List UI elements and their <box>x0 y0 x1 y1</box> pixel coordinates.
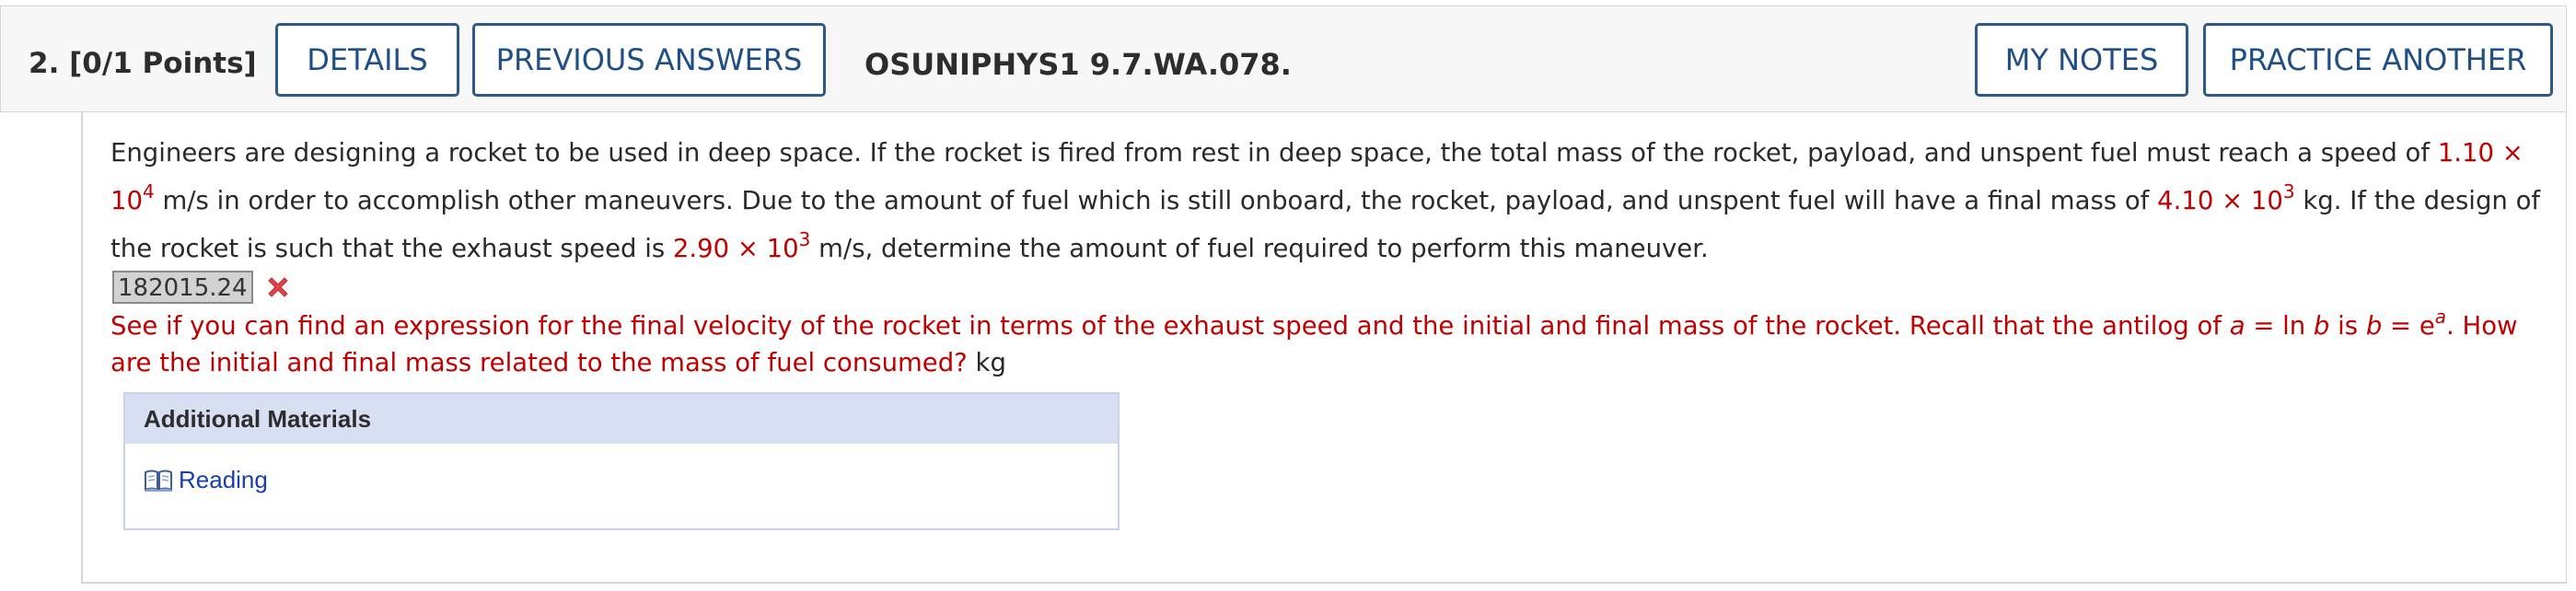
problem-text-4: m/s, determine the amount of fuel requir… <box>810 234 1709 263</box>
question-code: OSUNIPHYS1 9.7.WA.078. <box>864 47 1292 82</box>
given-final-mass-exponent: 3 <box>2282 180 2295 203</box>
book-icon <box>145 469 172 492</box>
given-exhaust-speed-mantissa: 2.90 × 10 <box>672 234 799 263</box>
additional-materials-title: Additional Materials <box>125 394 1118 444</box>
practice-another-button[interactable]: PRACTICE ANOTHER <box>2203 23 2553 97</box>
my-notes-button[interactable]: MY NOTES <box>1975 23 2188 97</box>
previous-answers-button[interactable]: PREVIOUS ANSWERS <box>472 23 826 97</box>
hint-exponent-a: a <box>2435 306 2446 328</box>
additional-materials-panel: Additional Materials Reading <box>123 392 1120 530</box>
reading-link[interactable]: Reading <box>144 466 268 494</box>
hint-var-b-2: b <box>2365 311 2383 341</box>
details-button[interactable]: DETAILS <box>275 23 459 97</box>
reading-label: Reading <box>179 466 268 493</box>
hint-var-a: a <box>2229 311 2245 341</box>
incorrect-x-icon <box>267 277 288 297</box>
problem-text-1: Engineers are designing a rocket to be u… <box>110 138 2438 168</box>
hint-text-4: = e <box>2382 311 2435 341</box>
question-card: Engineers are designing a rocket to be u… <box>81 112 2567 584</box>
hint-exponent-a-text: a <box>2434 305 2447 328</box>
question-header: 2. [0/1 Points] DETAILS PREVIOUS ANSWERS… <box>0 6 2567 112</box>
hint-text-1: See if you can find an expression for th… <box>110 311 2230 341</box>
answer-row: 182015.24 <box>112 269 292 306</box>
given-final-mass: 4.10 × 103 <box>2157 182 2294 215</box>
given-speed-exponent: 4 <box>143 180 155 203</box>
given-final-mass-mantissa: 4.10 × 10 <box>2157 186 2283 215</box>
hint-text-2: = ln <box>2245 311 2314 341</box>
hint-var-b: b <box>2313 311 2330 341</box>
given-exhaust-speed: 2.90 × 103 <box>672 230 810 263</box>
answer-input[interactable]: 182015.24 <box>112 271 253 304</box>
page: 2. [0/1 Points] DETAILS PREVIOUS ANSWERS… <box>0 0 2576 591</box>
given-exhaust-speed-exponent: 3 <box>798 227 811 250</box>
feedback-hint: See if you can find an expression for th… <box>110 307 2550 381</box>
question-points-label: 2. [0/1 Points] <box>29 47 257 80</box>
problem-statement: Engineers are designing a rocket to be u… <box>110 129 2541 272</box>
answer-unit: kg <box>967 348 1006 377</box>
problem-text-2: m/s in order to accomplish other maneuve… <box>154 186 2158 215</box>
hint-text-3: is <box>2329 311 2366 341</box>
